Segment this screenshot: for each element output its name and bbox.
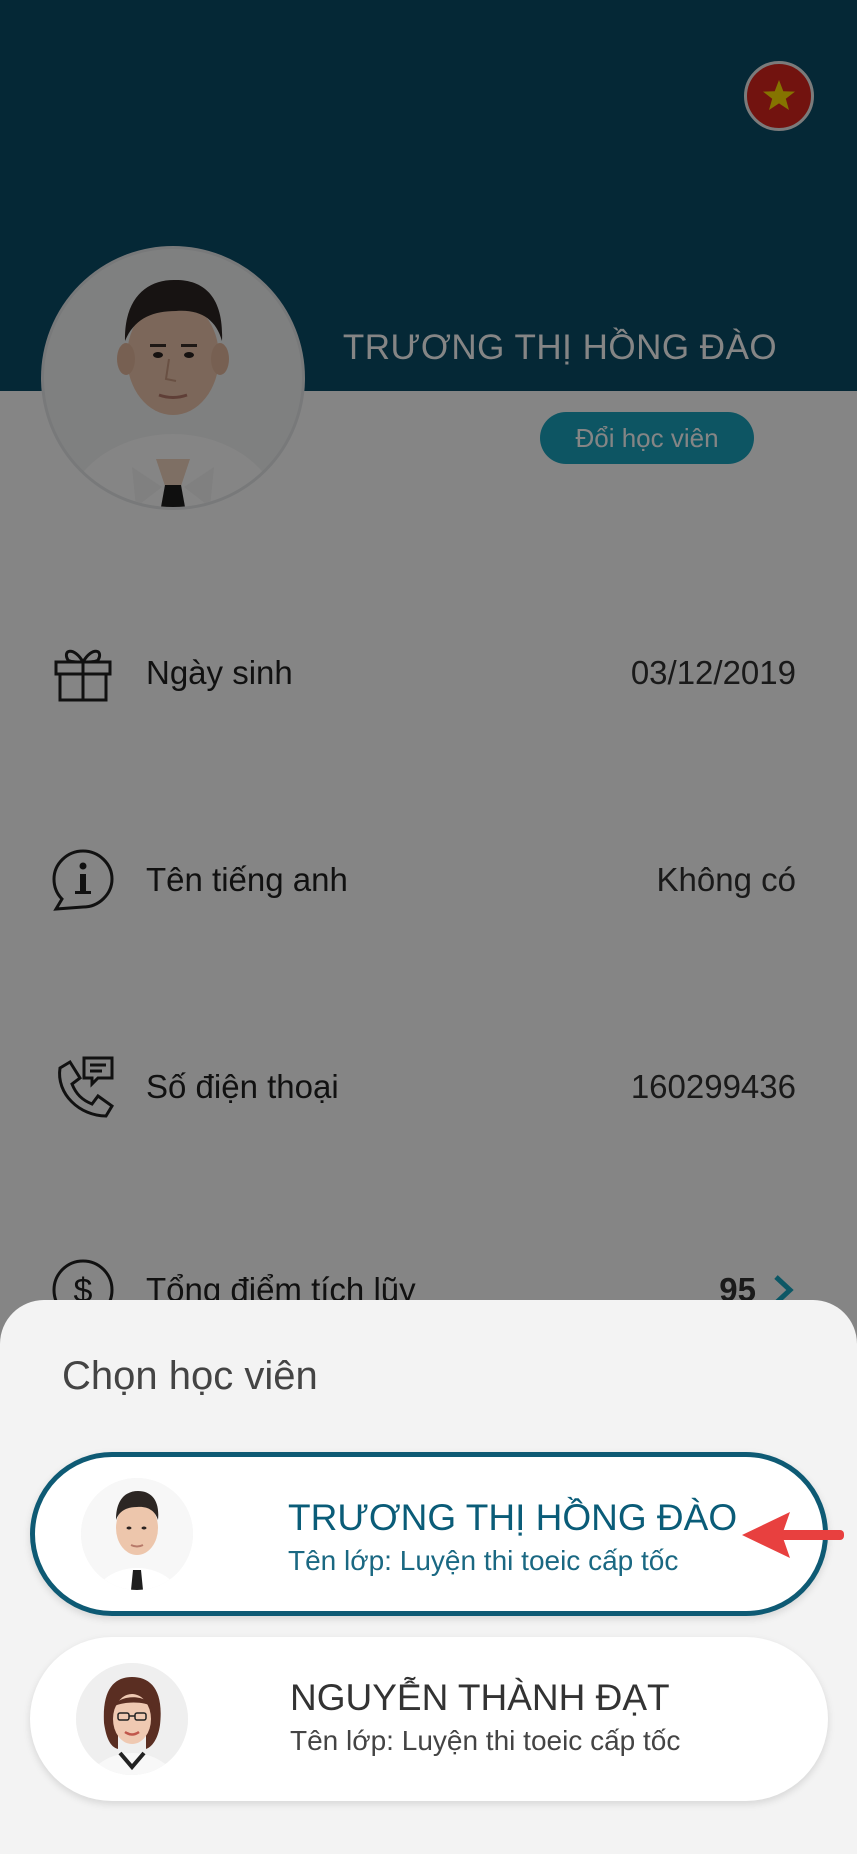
student-option-name: NGUYỄN THÀNH ĐẠT (290, 1677, 670, 1718)
student-option[interactable]: NGUYỄN THÀNH ĐẠT Tên lớp: Luyện thi toei… (30, 1637, 828, 1801)
student-thumb (76, 1663, 188, 1775)
student-option-class: Tên lớp: Luyện thi toeic cấp tốc (290, 1725, 681, 1756)
profile-screen: TRƯƠNG THỊ HỒNG ĐÀO Đổi học viên Ngày si… (0, 0, 857, 1854)
student-option-name: TRƯƠNG THỊ HỒNG ĐÀO (288, 1497, 738, 1538)
red-arrow-annotation-icon (742, 1512, 844, 1558)
student-thumb (81, 1478, 193, 1590)
choose-student-sheet: Chọn học viên TRƯƠNG THỊ HỒNG ĐÀO Tên lớ… (0, 1300, 857, 1854)
student-option-selected[interactable]: TRƯƠNG THỊ HỒNG ĐÀO Tên lớp: Luyện thi t… (30, 1452, 828, 1616)
sheet-title: Chọn học viên (62, 1354, 318, 1398)
student-option-class: Tên lớp: Luyện thi toeic cấp tốc (288, 1545, 679, 1576)
